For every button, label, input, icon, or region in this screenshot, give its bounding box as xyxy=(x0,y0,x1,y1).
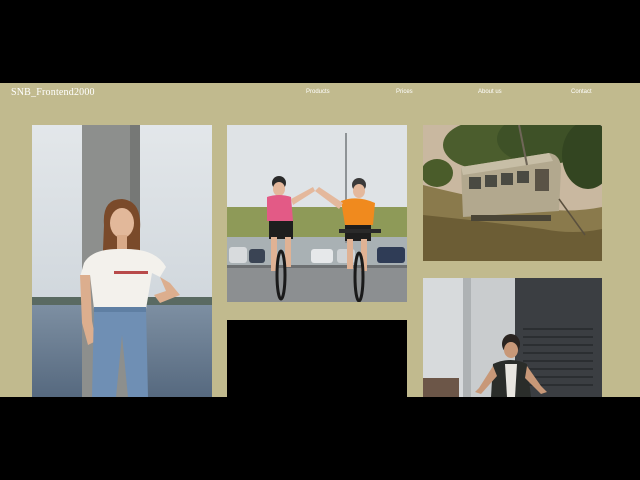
nav-link-prices[interactable]: Prices xyxy=(396,89,413,95)
photo-abandoned-trailer[interactable] xyxy=(423,125,602,261)
cyclists-image xyxy=(227,125,407,302)
site-logo[interactable]: SNB_Frontend2000 xyxy=(11,87,95,98)
nav-link-contact[interactable]: Contact xyxy=(571,89,592,95)
photo-woman-portrait[interactable] xyxy=(32,125,212,397)
urban-man-image xyxy=(423,278,602,397)
photo-dark-tile[interactable] xyxy=(227,320,407,397)
nav-link-products[interactable]: Products xyxy=(306,89,330,95)
woman-portrait-image xyxy=(32,125,212,397)
nav-link-about-us[interactable]: About us xyxy=(478,89,502,95)
photo-urban-man[interactable] xyxy=(423,278,602,397)
website-viewport: SNB_Frontend2000 Products Prices About u… xyxy=(0,83,640,397)
photo-cyclists[interactable] xyxy=(227,125,407,302)
navbar: SNB_Frontend2000 Products Prices About u… xyxy=(0,83,640,103)
trailer-image xyxy=(423,125,602,261)
